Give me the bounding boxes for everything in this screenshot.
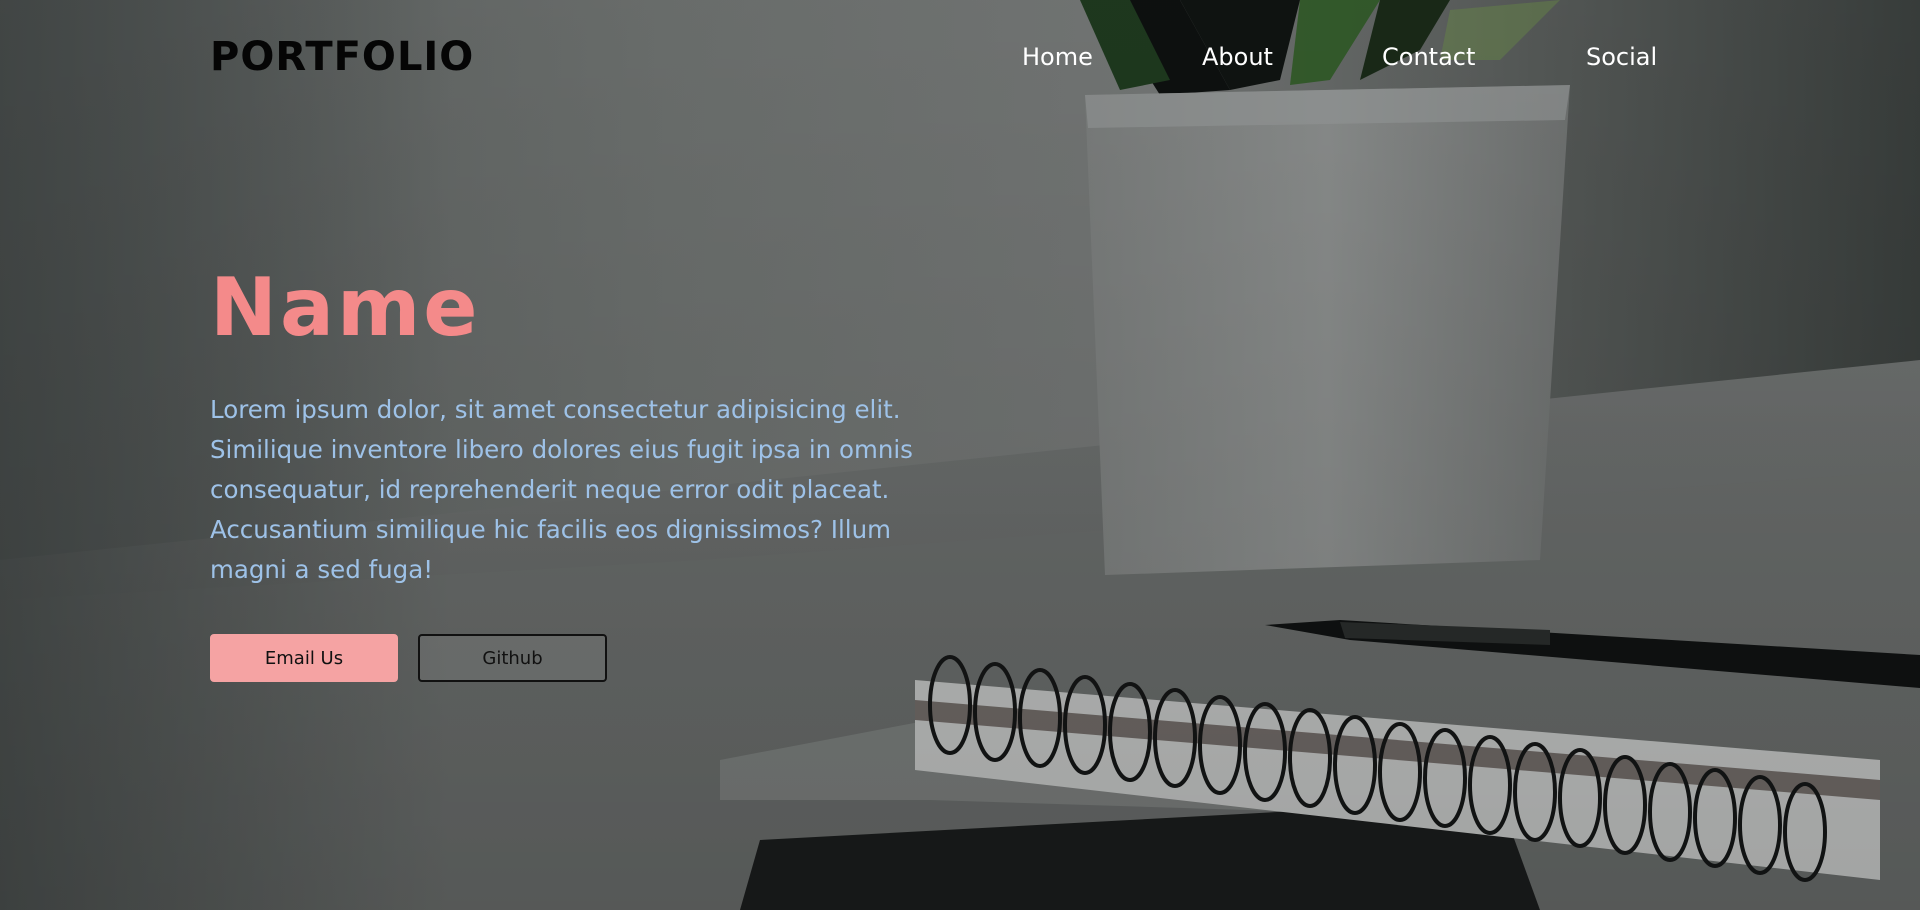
github-label: Github (482, 647, 543, 669)
email-us-button[interactable]: Email Us (210, 634, 398, 682)
github-button[interactable]: Github (418, 634, 607, 682)
hero-name-heading: Name (210, 261, 481, 354)
top-navbar: PORTFOLIO Home About Contact Social (0, 0, 1920, 112)
hero-section: Name Lorem ipsum dolor, sit amet consect… (210, 260, 970, 682)
nav-link-social[interactable]: Social (1586, 40, 1657, 74)
brand-logo[interactable]: PORTFOLIO (210, 33, 474, 81)
hero-button-group: Email Us Github (210, 634, 970, 682)
nav-link-home[interactable]: Home (1022, 40, 1093, 74)
nav-link-contact[interactable]: Contact (1382, 40, 1475, 74)
nav-link-about[interactable]: About (1202, 40, 1273, 74)
email-us-label: Email Us (264, 647, 344, 669)
hero-description: Lorem ipsum dolor, sit amet consectetur … (210, 395, 913, 584)
